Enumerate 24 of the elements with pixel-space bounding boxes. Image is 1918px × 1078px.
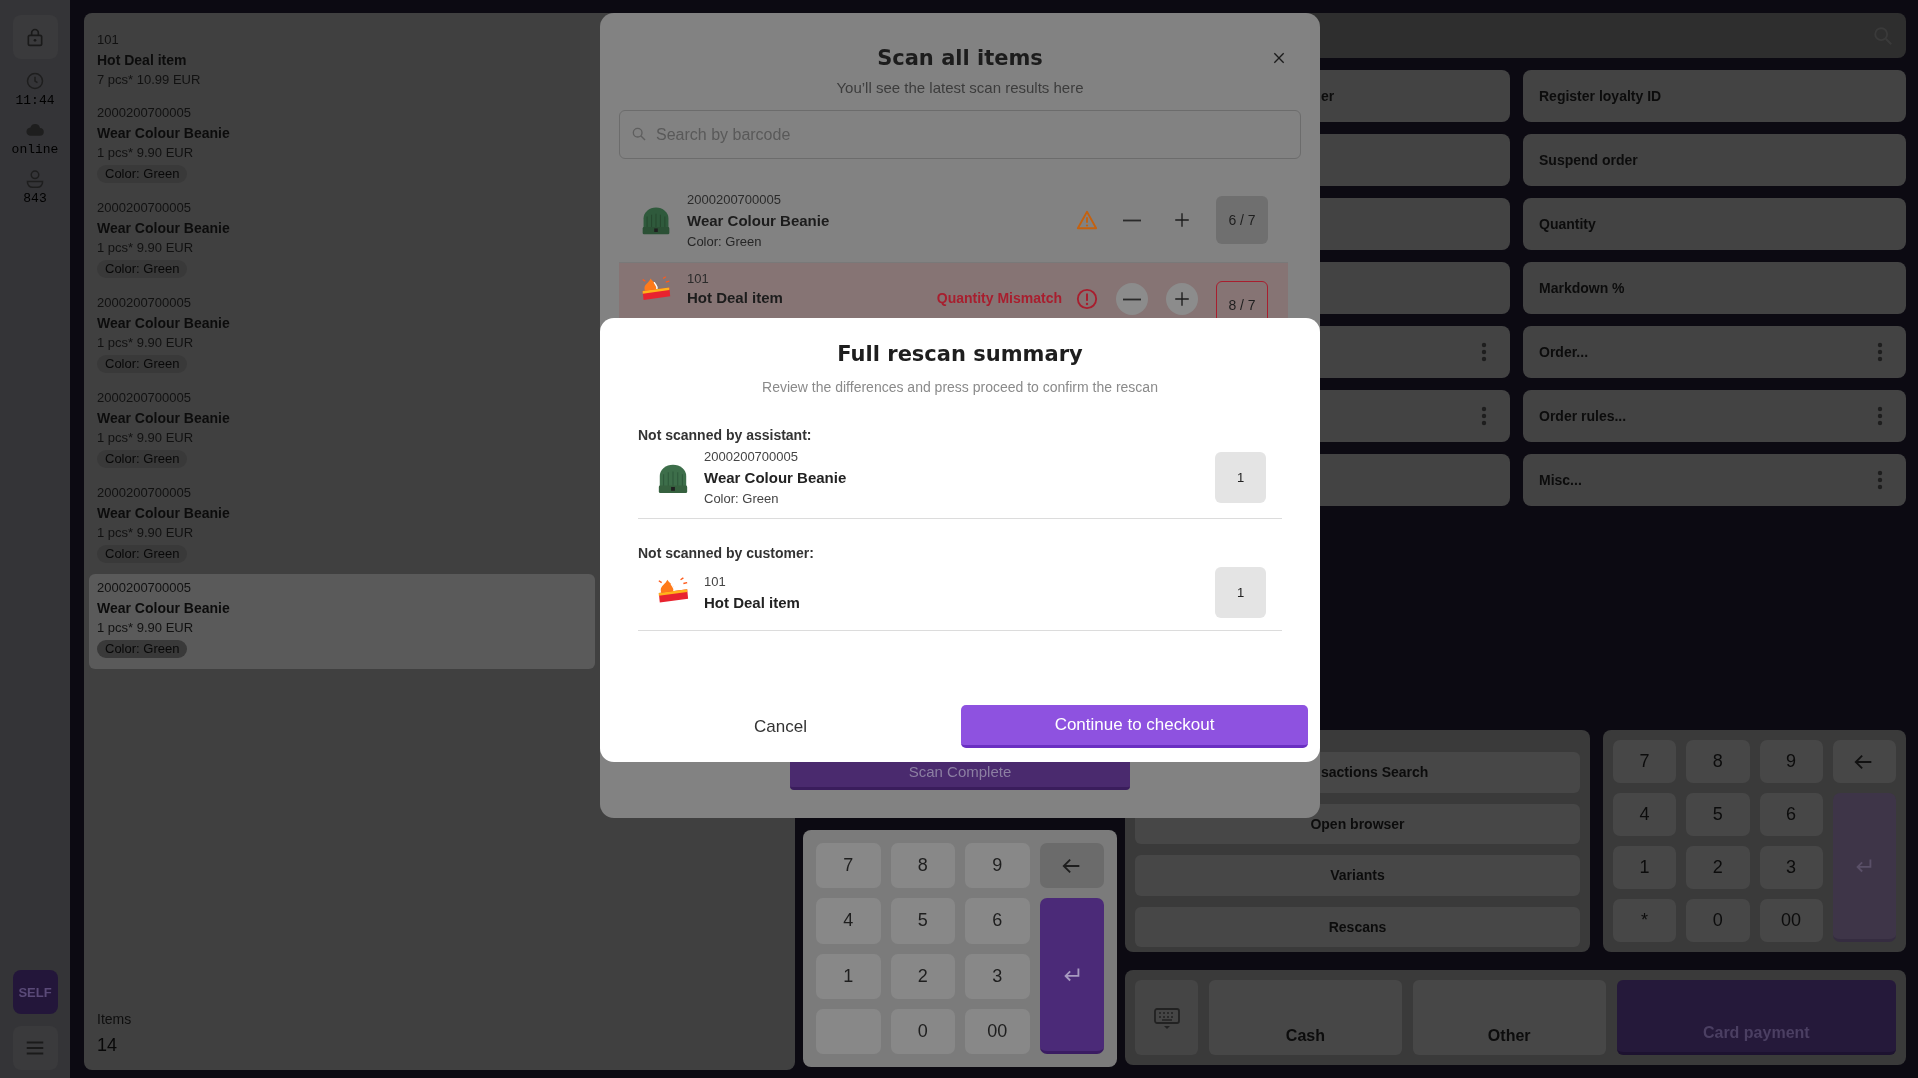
item-code: 2000200700005 [687, 191, 782, 207]
modal-subtitle: You’ll see the latest scan results here [835, 79, 1085, 96]
dialog-title: Full rescan summary [837, 342, 1083, 366]
item-name: Wear Colour Beanie [704, 469, 848, 486]
item-name: Wear Colour Beanie [687, 211, 831, 229]
section-heading: Not scanned by customer: [638, 545, 815, 561]
item-code: 101 [687, 271, 710, 286]
items-count: 14 [97, 1035, 119, 1056]
count-box: 1 [1215, 567, 1266, 618]
dialog-subtitle: Review the differences and press proceed to confirm the rescan [762, 379, 1158, 395]
count-box: 1 [1215, 452, 1266, 503]
mismatch-label: Quantity Mismatch [936, 290, 1062, 306]
item-variant: Color: Green [687, 233, 763, 249]
section-heading: Not scanned by assistant: [638, 427, 813, 443]
item-code: 2000200700005 [704, 449, 799, 464]
item-code: 2000200700005 [97, 580, 191, 596]
count-box: 6 / 7 [1216, 196, 1268, 244]
item-name: Wear Colour Beanie [97, 600, 230, 617]
item-name: Hot Deal item [687, 289, 784, 306]
modal-title: Scan all items [877, 46, 1043, 70]
item-name: Hot Deal item [704, 594, 801, 611]
item-price: 1 pcs* 9.90 EUR [97, 620, 194, 636]
item-code: 101 [704, 574, 727, 589]
item-variant: Color: Green [704, 491, 780, 506]
